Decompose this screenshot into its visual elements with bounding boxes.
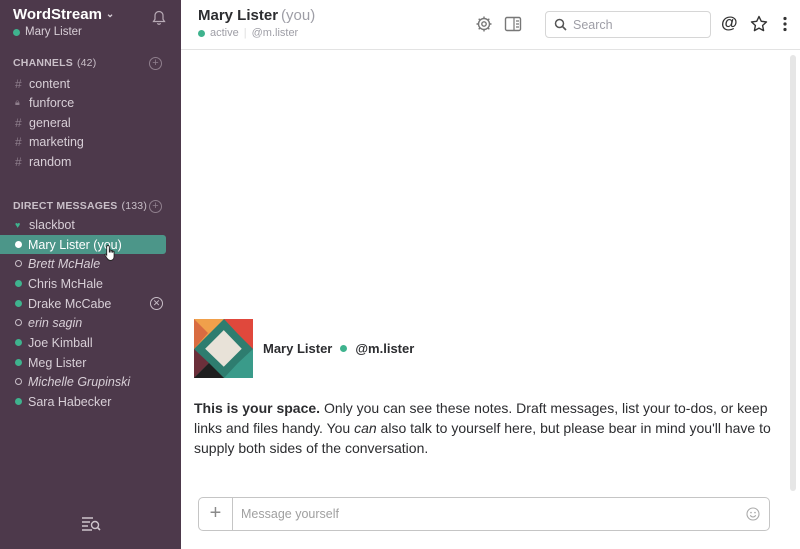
add-file-button[interactable]: + [199,498,233,530]
channel-item-marketing[interactable]: # marketing [0,132,181,151]
presence-dot [198,29,205,37]
message-composer: + Message yourself [198,497,770,531]
presence-dot [15,300,22,307]
dm-item-erin-sagin[interactable]: erin sagin [0,313,181,332]
presence-dot-away [15,260,22,267]
heart-icon: ♥ [15,219,21,230]
bell-icon[interactable] [152,10,166,26]
channel-item-random[interactable]: # random [0,152,181,171]
presence-dot [15,241,22,248]
presence-dot [15,398,22,405]
channels-count: (42) [76,57,97,69]
intro-user-handle[interactable]: @m.lister [355,341,414,356]
channel-item-general[interactable]: # general [0,113,181,132]
dm-item-mary-lister[interactable]: Mary Lister (you) [0,235,166,254]
gear-icon[interactable] [474,14,494,34]
star-icon[interactable] [749,14,769,34]
presence-dot [15,359,22,366]
avatar[interactable] [194,319,253,378]
chevron-down-icon[interactable]: ⌄ [106,9,114,20]
dm-item-joe-kimball[interactable]: Joe Kimball [0,333,181,352]
dm-item-slackbot[interactable]: ♥ slackbot [0,215,181,234]
presence-dot [13,28,20,36]
direct-messages-heading[interactable]: DIRECT MESSAGES (133) + [13,199,168,213]
intro-description: This is your space. Only you can see the… [194,400,771,456]
close-icon[interactable]: ✕ [150,297,163,310]
channel-title: Mary Lister (you) [198,7,316,24]
presence-dot [15,280,22,287]
search-placeholder: Search [573,17,613,32]
hash-icon: # [15,76,22,91]
dm-item-drake-mccabe[interactable]: Drake McCabe ✕ [0,294,181,313]
user-handle[interactable]: @m.lister [252,27,299,39]
dm-item-sara-habecker[interactable]: Sara Habecker [0,392,181,411]
dm-item-brett-mchale[interactable]: Brett McHale [0,254,181,273]
scrollbar[interactable] [790,55,796,491]
intro-user: Mary Lister @m.lister [263,341,414,356]
presence-dot-away [15,319,22,326]
channels-heading[interactable]: CHANNELS (42) + [13,56,168,70]
team-name[interactable]: WordStream [13,6,102,23]
dm-count: (133) [121,200,148,212]
mentions-icon[interactable]: @ [721,13,741,33]
presence-dot [15,339,22,346]
hash-icon: # [15,154,22,169]
intro-user-name[interactable]: Mary Lister [263,341,332,356]
sidebar: WordStream ⌄ Mary Lister CHANNELS (42) +… [0,0,181,549]
team-menu[interactable]: WordStream ⌄ Mary Lister [13,6,173,38]
add-dm-icon[interactable]: + [149,199,162,213]
add-channel-icon[interactable]: + [149,56,162,70]
presence-label: active [210,27,239,39]
message-input[interactable]: Message yourself [233,507,746,521]
quick-switcher-icon[interactable] [80,515,102,533]
hash-icon: # [15,134,22,149]
more-options-icon[interactable] [775,14,795,34]
hash-icon: # [15,115,22,130]
search-icon [554,18,567,31]
hand-cursor-icon [104,245,115,261]
you-suffix: (you) [281,7,316,24]
channel-item-funforce[interactable]: 🔒︎ funforce [0,93,181,112]
dm-item-meg-lister[interactable]: Meg Lister [0,353,181,372]
search-input[interactable]: Search [545,11,711,38]
channel-item-content[interactable]: # content [0,74,181,93]
dm-item-chris-mchale[interactable]: Chris McHale [0,274,181,293]
lock-icon: 🔒︎ [15,97,20,107]
emoji-icon[interactable] [746,507,760,521]
channel-subtitle: active | @m.lister [198,27,298,39]
channel-header: Mary Lister (you) active | @m.lister Sear… [181,0,800,50]
dm-item-michelle-grupinski[interactable]: Michelle Grupinski [0,372,181,391]
current-user-name: Mary Lister [25,26,82,38]
sidebar-toggle-icon[interactable] [503,14,523,34]
presence-dot-away [15,378,22,385]
divider: | [243,27,247,39]
presence-dot [340,345,348,352]
